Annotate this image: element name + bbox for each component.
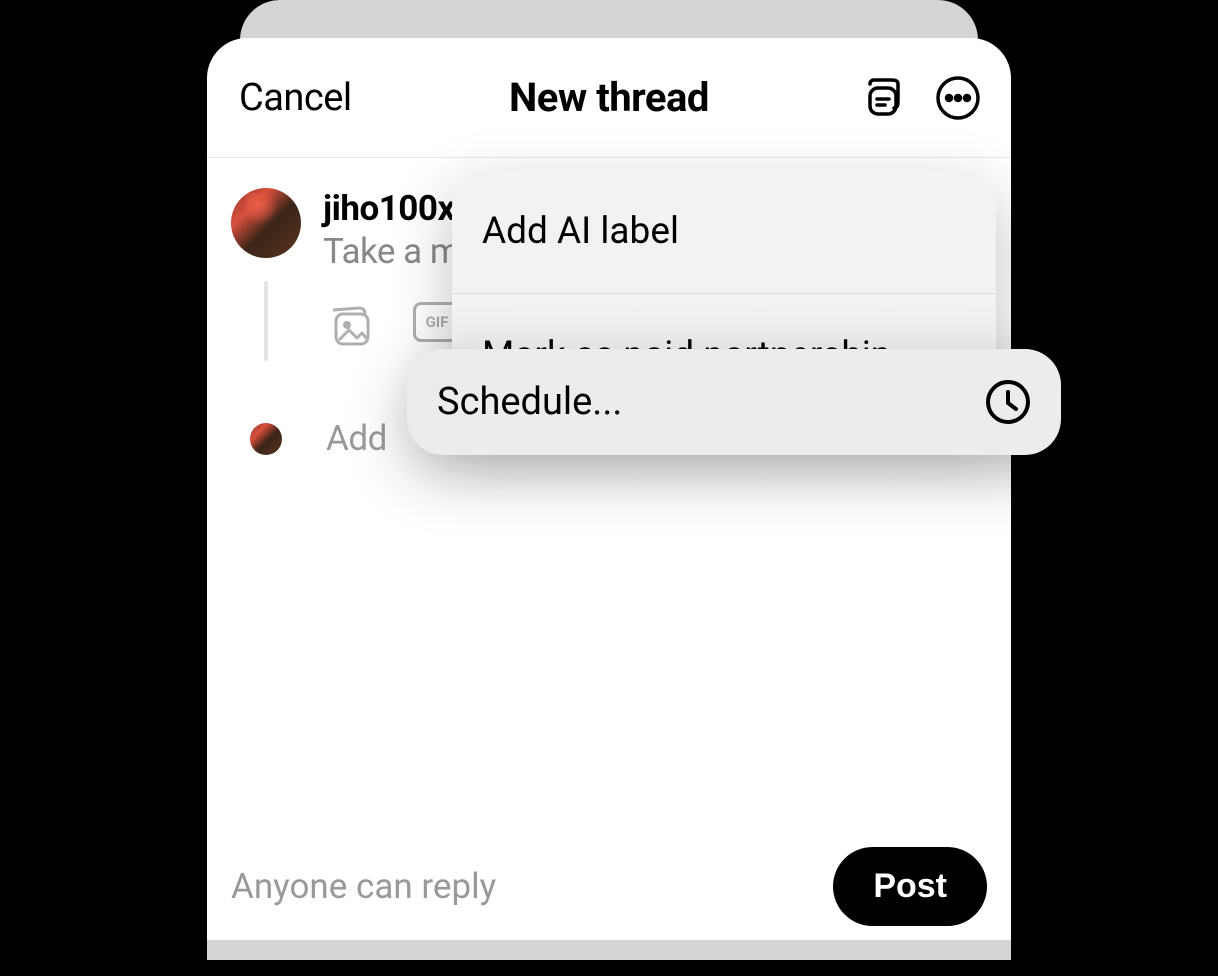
avatar-small (250, 423, 282, 455)
drafts-icon[interactable] (859, 75, 905, 121)
menu-item-schedule[interactable]: Schedule... (407, 349, 1061, 455)
gallery-icon[interactable] (327, 302, 375, 350)
footer-handle-area (207, 940, 1011, 960)
header-title: New thread (509, 74, 709, 121)
header-actions (859, 75, 981, 121)
post-button[interactable]: Post (833, 847, 987, 926)
reply-setting-button[interactable]: Anyone can reply (231, 866, 496, 907)
menu-item-ai-label[interactable]: Add AI label (452, 170, 996, 294)
add-to-thread-label: Add (326, 418, 387, 459)
cancel-button[interactable]: Cancel (239, 76, 352, 120)
background-panel (240, 0, 978, 40)
clock-icon (985, 379, 1031, 425)
header: Cancel New thread (207, 38, 1011, 158)
avatar[interactable] (231, 188, 301, 258)
more-options-icon[interactable] (935, 75, 981, 121)
thread-connector (264, 281, 268, 361)
bottom-bar: Anyone can reply Post (207, 847, 1011, 926)
schedule-label: Schedule... (437, 380, 622, 424)
